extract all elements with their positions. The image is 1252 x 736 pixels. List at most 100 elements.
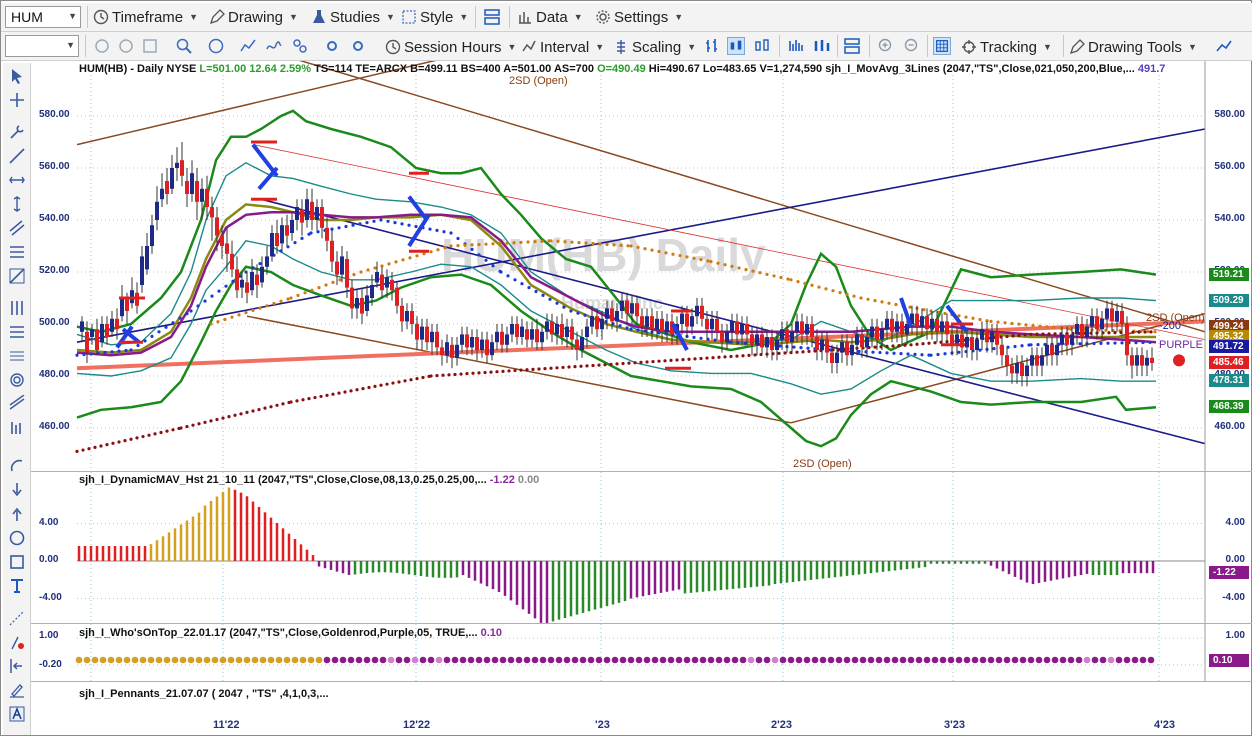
price-pane[interactable]: HUM(HB) Daily Humana Inc HUM(HB) - Daily … bbox=[31, 61, 1252, 471]
candle-body bbox=[640, 316, 644, 327]
wrench-icon[interactable] bbox=[8, 123, 26, 141]
blue-dotted-ma bbox=[217, 289, 221, 293]
arrow-up-icon[interactable] bbox=[8, 505, 26, 523]
text-label-icon[interactable] bbox=[8, 705, 26, 723]
candle-body bbox=[435, 331, 439, 348]
arrow-down-icon[interactable] bbox=[8, 481, 26, 499]
crosshair-icon[interactable] bbox=[8, 91, 26, 109]
dark-red-dotted-ma bbox=[1047, 332, 1051, 336]
bar-style-icon[interactable] bbox=[703, 37, 721, 55]
pennants-pane[interactable]: sjh_I_Pennants_21.07.07 ( 2047 , "TS" ,4… bbox=[31, 681, 1252, 715]
eraser-icon[interactable] bbox=[8, 609, 26, 627]
pointer-icon[interactable] bbox=[8, 67, 26, 85]
orange-dotted-ma bbox=[408, 256, 412, 260]
draw-pen-icon[interactable] bbox=[8, 681, 26, 699]
candle-body bbox=[575, 339, 579, 350]
data-menu[interactable]: Data ▼ bbox=[517, 5, 583, 29]
zoom-out-icon[interactable] bbox=[903, 37, 921, 55]
chevron-down-icon: ▼ bbox=[674, 12, 684, 22]
orange-dotted-ma bbox=[331, 280, 335, 284]
history-icon[interactable] bbox=[207, 37, 225, 55]
dynamic-mav-chart[interactable] bbox=[31, 472, 1252, 624]
orange-dotted-ma bbox=[498, 241, 502, 246]
cycle-icon[interactable] bbox=[8, 371, 26, 389]
scaling-menu[interactable]: Scaling ▼ bbox=[613, 35, 696, 59]
channel-icon[interactable] bbox=[8, 219, 26, 237]
candle-body bbox=[855, 334, 859, 345]
levels-icon[interactable] bbox=[8, 347, 26, 365]
candlestick-icon[interactable] bbox=[727, 37, 745, 55]
blue-dotted-ma bbox=[231, 279, 235, 283]
dynamic-mav-badge: -1.22 bbox=[1209, 566, 1249, 580]
text-tool-icon[interactable] bbox=[8, 577, 26, 595]
ellipse-icon[interactable] bbox=[8, 529, 26, 547]
regression-icon[interactable] bbox=[8, 394, 26, 413]
refresh-icon[interactable] bbox=[93, 37, 111, 55]
dark-red-dotted-ma bbox=[699, 356, 703, 361]
interval-icon bbox=[522, 40, 536, 52]
symbol-input[interactable]: HUM ▼ bbox=[5, 6, 81, 28]
candle-body bbox=[255, 274, 259, 285]
candle-body bbox=[625, 300, 629, 314]
data-window-icon[interactable] bbox=[933, 37, 951, 55]
dark-red-dotted-ma bbox=[507, 369, 511, 373]
zoom-icon[interactable] bbox=[175, 37, 193, 55]
horizontal-line-icon[interactable] bbox=[8, 171, 26, 189]
whos-on-top-dot bbox=[403, 656, 411, 664]
grid-icon[interactable] bbox=[141, 37, 159, 55]
price-chart[interactable]: HUM(HB) DailyHumana Inc bbox=[31, 61, 1252, 471]
collapse-left-icon[interactable] bbox=[8, 657, 26, 675]
chart-icon[interactable] bbox=[239, 37, 257, 55]
arc-icon[interactable] bbox=[8, 457, 26, 475]
candle-body bbox=[785, 329, 789, 343]
candle-body bbox=[890, 318, 894, 332]
dynamic-mav-pane[interactable]: sjh_I_DynamicMAV_Hst 21_10_11 (2047,"TS"… bbox=[31, 471, 1252, 624]
tracking-menu[interactable]: Tracking ▼ bbox=[961, 35, 1052, 59]
style-menu[interactable]: Style ▼ bbox=[401, 5, 468, 29]
fib-icon[interactable] bbox=[8, 243, 26, 261]
dark-red-dotted-ma bbox=[105, 443, 109, 447]
orange-dotted-ma bbox=[216, 320, 220, 324]
y-axis-tick-right: 4.00 bbox=[1225, 516, 1245, 528]
session-hours-menu[interactable]: Session Hours ▼ bbox=[385, 35, 516, 59]
volume-icon[interactable] bbox=[787, 37, 805, 55]
rectangle-icon[interactable] bbox=[8, 553, 26, 571]
drawing-menu[interactable]: Drawing ▼ bbox=[209, 5, 298, 29]
candle-body bbox=[965, 337, 969, 348]
layout-icon[interactable] bbox=[483, 8, 501, 26]
analysis-icon[interactable] bbox=[291, 37, 309, 55]
properties-icon[interactable] bbox=[323, 37, 341, 55]
indicator-icon[interactable] bbox=[265, 37, 283, 55]
timeframe-menu[interactable]: Timeframe ▼ bbox=[93, 5, 198, 29]
format-icon[interactable] bbox=[349, 37, 367, 55]
alert-icon[interactable] bbox=[8, 633, 26, 651]
whos-on-top-dot bbox=[331, 656, 339, 664]
vertical-line-icon[interactable] bbox=[8, 195, 26, 213]
trend-icon[interactable] bbox=[1215, 37, 1233, 55]
blue-dotted-ma bbox=[792, 345, 796, 349]
bars-tool-icon[interactable] bbox=[8, 419, 26, 437]
candle-body bbox=[150, 225, 154, 246]
orange-dotted-ma bbox=[310, 288, 314, 292]
bars-icon[interactable] bbox=[813, 37, 831, 55]
gann-icon[interactable] bbox=[8, 299, 26, 317]
hollow-candle-icon[interactable] bbox=[753, 37, 771, 55]
whos-on-top-pane[interactable]: sjh_I_Who'sOnTop_22.01.17 (2047,"TS",Clo… bbox=[31, 623, 1252, 682]
candle-body bbox=[605, 308, 609, 319]
speed-lines-icon[interactable] bbox=[8, 323, 26, 341]
settings-menu[interactable]: Settings ▼ bbox=[595, 5, 683, 29]
reload-icon[interactable] bbox=[117, 37, 135, 55]
trendline-icon[interactable] bbox=[8, 147, 26, 165]
dark-red-dotted-ma bbox=[933, 341, 937, 345]
ray-icon[interactable] bbox=[8, 267, 26, 285]
symbol-value: HUM bbox=[11, 9, 43, 25]
orange-dotted-ma bbox=[880, 300, 884, 304]
studies-menu[interactable]: Studies ▼ bbox=[311, 5, 395, 29]
blue-dotted-ma bbox=[442, 230, 446, 234]
clock-icon bbox=[93, 9, 109, 25]
workspace-select[interactable]: ▼ bbox=[5, 35, 79, 57]
zoom-in-icon[interactable] bbox=[877, 37, 895, 55]
drawing-tools-menu[interactable]: Drawing Tools ▼ bbox=[1069, 35, 1197, 59]
interval-menu[interactable]: Interval ▼ bbox=[521, 35, 604, 59]
panel-icon[interactable] bbox=[843, 37, 861, 55]
